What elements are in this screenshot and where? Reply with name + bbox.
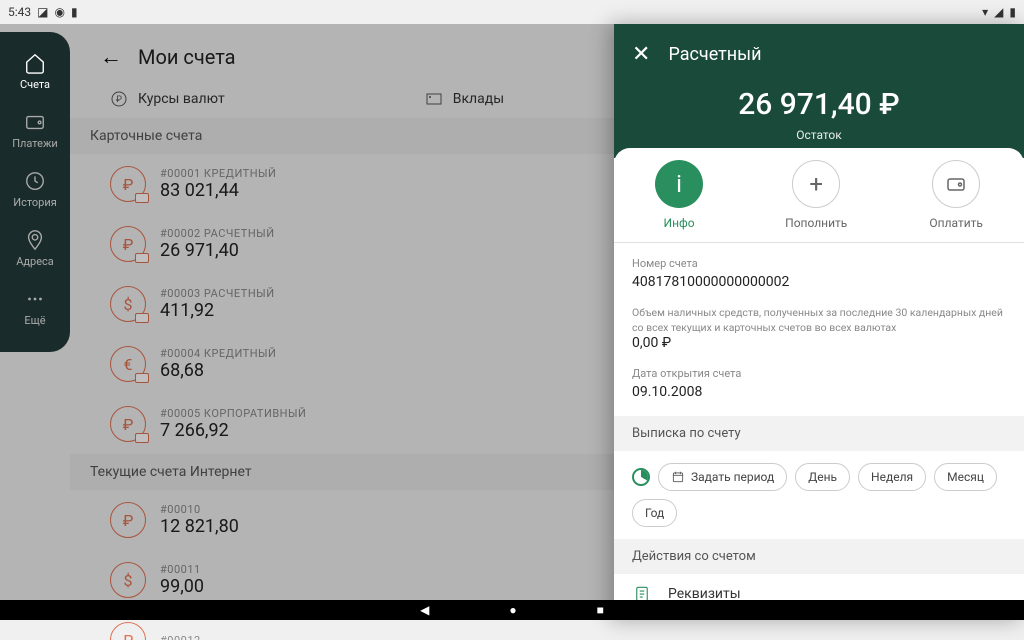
tab-pay[interactable]: Оплатить xyxy=(929,160,983,230)
pill-period[interactable]: Задать период xyxy=(658,463,787,491)
status-icon-a: ◪ xyxy=(37,5,48,19)
location-icon xyxy=(24,229,46,251)
tab-info[interactable]: i Инфо xyxy=(655,160,703,230)
actions-header: Действия со счетом xyxy=(614,539,1024,574)
status-bar: 5:43 ◪ ◉ ▮ ▾ ◢ ▮ xyxy=(0,0,1024,24)
wifi-icon: ▾ xyxy=(982,5,988,19)
acc-num-value: 40817810000000000002 xyxy=(632,274,1006,290)
statement-header: Выписка по счету xyxy=(614,416,1024,451)
home-icon xyxy=(24,52,46,74)
pill-month[interactable]: Месяц xyxy=(934,463,997,491)
sidebar-item-label: Платежи xyxy=(12,137,58,150)
status-icon-bag: ▮ xyxy=(71,5,78,19)
wallet-icon xyxy=(24,111,46,133)
account-drawer: ✕ Расчетный 26 971,40 ₽ Остаток i Инфо +… xyxy=(614,24,1024,620)
cash-label: Объем наличных средств, полученных за по… xyxy=(632,306,1006,335)
cash-value: 0,00 ₽ xyxy=(632,335,1006,351)
account-label: #00012 xyxy=(160,634,201,640)
tab-info-label: Инфо xyxy=(664,216,695,230)
plus-icon: + xyxy=(792,160,840,208)
status-time: 5:43 xyxy=(8,5,31,19)
sidebar-item-label: Ещё xyxy=(24,314,45,327)
tab-pay-label: Оплатить xyxy=(929,216,983,230)
nav-recents[interactable]: ■ xyxy=(597,603,604,617)
pill-week[interactable]: Неделя xyxy=(858,463,926,491)
pill-year[interactable]: Год xyxy=(632,499,677,527)
battery-icon: ▮ xyxy=(1009,5,1016,19)
close-button[interactable]: ✕ xyxy=(632,42,650,67)
tab-topup-label: Пополнить xyxy=(785,216,847,230)
sidebar-item-payments[interactable]: Платежи xyxy=(12,111,58,150)
android-nav-bar: ◀ ● ■ xyxy=(0,600,1024,620)
sidebar: Счета Платежи История Адреса Ещё xyxy=(0,32,70,352)
info-icon: i xyxy=(655,160,703,208)
drawer-balance: 26 971,40 ₽ xyxy=(632,87,1006,122)
signal-icon: ◢ xyxy=(994,5,1003,19)
open-date-value: 09.10.2008 xyxy=(632,384,1006,400)
status-icon-globe: ◉ xyxy=(54,5,64,19)
currency-icon: ₽ xyxy=(110,622,146,640)
sidebar-item-addresses[interactable]: Адреса xyxy=(16,229,54,268)
sidebar-item-label: Счета xyxy=(20,78,50,91)
calendar-icon xyxy=(671,470,685,484)
pay-icon xyxy=(932,160,980,208)
open-date-label: Дата открытия счета xyxy=(632,367,1006,380)
sidebar-item-label: Адреса xyxy=(16,255,54,268)
sidebar-item-more[interactable]: Ещё xyxy=(24,288,46,327)
acc-num-label: Номер счета xyxy=(632,257,1006,270)
more-icon xyxy=(24,288,46,310)
drawer-title: Расчетный xyxy=(668,44,761,65)
sidebar-item-accounts[interactable]: Счета xyxy=(20,52,50,91)
tab-topup[interactable]: + Пополнить xyxy=(785,160,847,230)
pie-icon[interactable] xyxy=(632,468,650,486)
nav-back[interactable]: ◀ xyxy=(420,603,429,617)
nav-home[interactable]: ● xyxy=(509,603,516,617)
history-icon xyxy=(24,170,46,192)
pill-day[interactable]: День xyxy=(795,463,850,491)
sidebar-item-label: История xyxy=(13,196,57,209)
drawer-balance-sub: Остаток xyxy=(632,128,1006,142)
sidebar-item-history[interactable]: История xyxy=(13,170,57,209)
